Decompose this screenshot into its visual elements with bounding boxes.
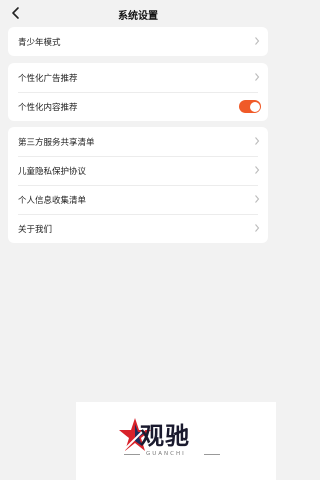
chevron-right-icon [255, 73, 260, 81]
chevron-right-icon [255, 37, 260, 45]
row-about-us[interactable]: 关于我们 [8, 214, 268, 243]
row-label: 关于我们 [18, 225, 53, 235]
watermark-subtext: GUANCHI [146, 451, 186, 457]
row-label: 儿童隐私保护协议 [18, 167, 87, 177]
personalized-content-toggle[interactable] [239, 100, 261, 113]
row-label: 个性化广告推荐 [18, 74, 78, 84]
chevron-right-icon [255, 224, 260, 232]
toggle-knob [249, 101, 260, 112]
row-youth-mode[interactable]: 青少年模式 [8, 27, 268, 56]
settings-group-1: 青少年模式 [8, 27, 268, 56]
page-title: 系统设置 [118, 11, 158, 22]
watermark-text: 观驰 [140, 422, 190, 450]
row-personal-info-list[interactable]: 个人信息收集清单 [8, 185, 268, 214]
row-label: 个性化内容推荐 [18, 103, 78, 113]
chevron-right-icon [255, 166, 260, 174]
row-label: 第三方服务共享清单 [18, 138, 95, 148]
divider [124, 454, 140, 455]
row-child-privacy[interactable]: 儿童隐私保护协议 [8, 156, 268, 185]
chevron-right-icon [255, 195, 260, 203]
settings-group-2: 个性化广告推荐 个性化内容推荐 [8, 63, 268, 121]
settings-group-3: 第三方服务共享清单 儿童隐私保护协议 个人信息收集清单 关于我们 [8, 127, 268, 243]
divider [204, 454, 220, 455]
row-personalized-ads[interactable]: 个性化广告推荐 [8, 63, 268, 92]
row-personalized-content: 个性化内容推荐 [8, 92, 268, 121]
chevron-right-icon [255, 137, 260, 145]
row-third-party-list[interactable]: 第三方服务共享清单 [8, 127, 268, 156]
watermark: 观驰 GUANCHI [76, 402, 276, 480]
row-label: 个人信息收集清单 [18, 196, 87, 206]
row-label: 青少年模式 [18, 38, 61, 48]
nav-bar: 系统设置 [0, 0, 276, 28]
